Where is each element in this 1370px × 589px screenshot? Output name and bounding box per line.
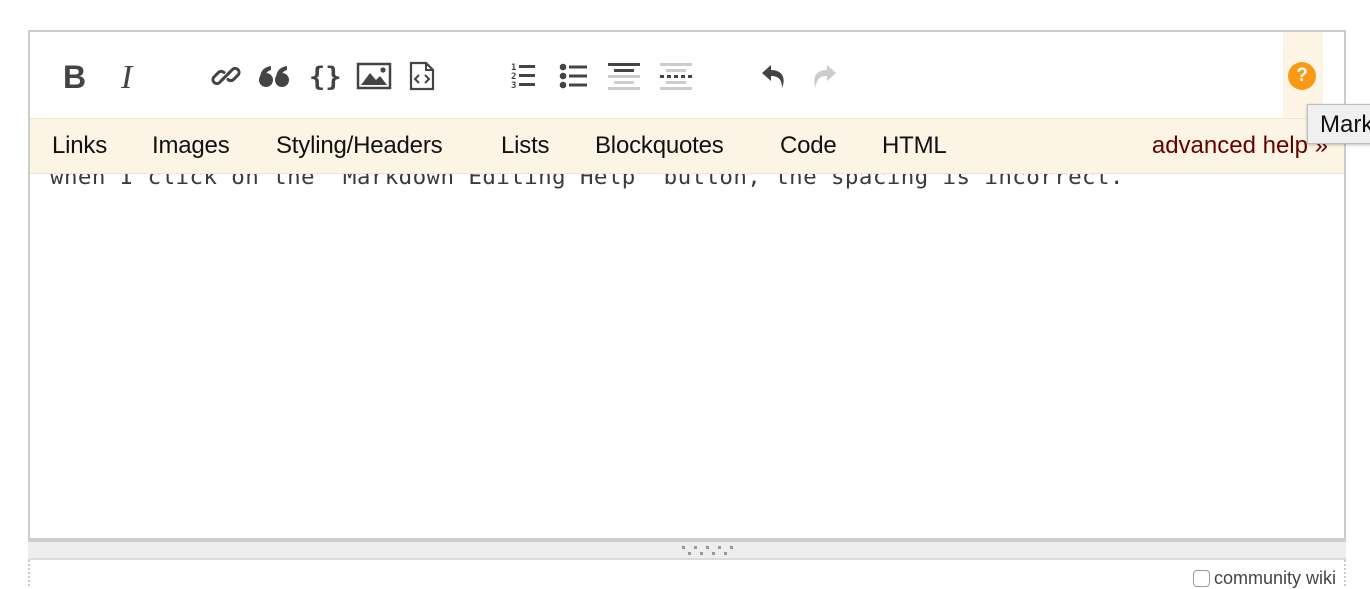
- community-wiki-checkbox[interactable]: [1192, 570, 1210, 587]
- redo-icon: [814, 65, 836, 88]
- code-file-icon: [409, 61, 435, 91]
- editor-toolbar: B I {} 1 2 3 ?: [30, 32, 1344, 118]
- numbered-list-icon: 123: [511, 63, 535, 91]
- help-tab-images[interactable]: Images: [152, 132, 230, 160]
- help-tooltip: Mark: [1307, 104, 1370, 144]
- advanced-help-link[interactable]: advanced help »: [1152, 132, 1328, 160]
- svg-text:{}: {}: [309, 62, 340, 91]
- help-tab-styling-headers[interactable]: Styling/Headers: [276, 132, 443, 160]
- editor-text: when I click on the `Markdown Editing He…: [50, 174, 1124, 190]
- svg-text:B: B: [63, 61, 86, 91]
- resize-grip[interactable]: [28, 540, 1346, 560]
- bold-button[interactable]: B: [56, 58, 92, 94]
- link-icon: [211, 66, 241, 86]
- help-tab-links[interactable]: Links: [52, 132, 107, 160]
- editor-footer: community wiki: [28, 560, 1346, 588]
- heading-button[interactable]: [606, 58, 642, 94]
- editor-textarea[interactable]: when I click on the `Markdown Editing He…: [30, 174, 1344, 538]
- horizontal-rule-button[interactable]: [658, 58, 694, 94]
- help-tab-html[interactable]: HTML: [882, 132, 947, 160]
- heading-icon: [608, 63, 640, 90]
- image-icon: [356, 62, 392, 90]
- markdown-editor: B I {} 1 2 3 ? Links Images Styling/Head…: [28, 30, 1346, 540]
- quote-icon: [259, 66, 289, 87]
- horizontal-rule-icon: [660, 63, 692, 90]
- svg-text:3: 3: [511, 81, 516, 91]
- help-tab-lists[interactable]: Lists: [501, 132, 550, 160]
- svg-text:I: I: [120, 61, 134, 91]
- image-button[interactable]: [356, 58, 392, 94]
- undo-icon: [762, 65, 784, 88]
- bold-icon: B: [63, 61, 86, 91]
- help-tab-code[interactable]: Code: [780, 132, 837, 160]
- undo-button[interactable]: [756, 58, 792, 94]
- help-circle-icon[interactable]: ?: [1288, 62, 1316, 90]
- help-tab-blockquotes[interactable]: Blockquotes: [595, 132, 724, 160]
- snippet-button[interactable]: [404, 58, 440, 94]
- braces-icon: {}: [309, 62, 340, 91]
- blockquote-button[interactable]: [256, 58, 292, 94]
- markdown-help-strip: Links Images Styling/Headers Lists Block…: [30, 118, 1344, 174]
- bullet-list-icon: [559, 63, 587, 89]
- redo-button[interactable]: [806, 58, 842, 94]
- link-button[interactable]: [208, 58, 244, 94]
- code-button[interactable]: {}: [306, 58, 342, 94]
- ordered-list-button[interactable]: 123: [506, 58, 542, 94]
- italic-icon: I: [120, 61, 134, 91]
- bulleted-list-button[interactable]: [556, 58, 592, 94]
- italic-button[interactable]: I: [112, 58, 148, 94]
- grip-dots-icon: [682, 546, 736, 556]
